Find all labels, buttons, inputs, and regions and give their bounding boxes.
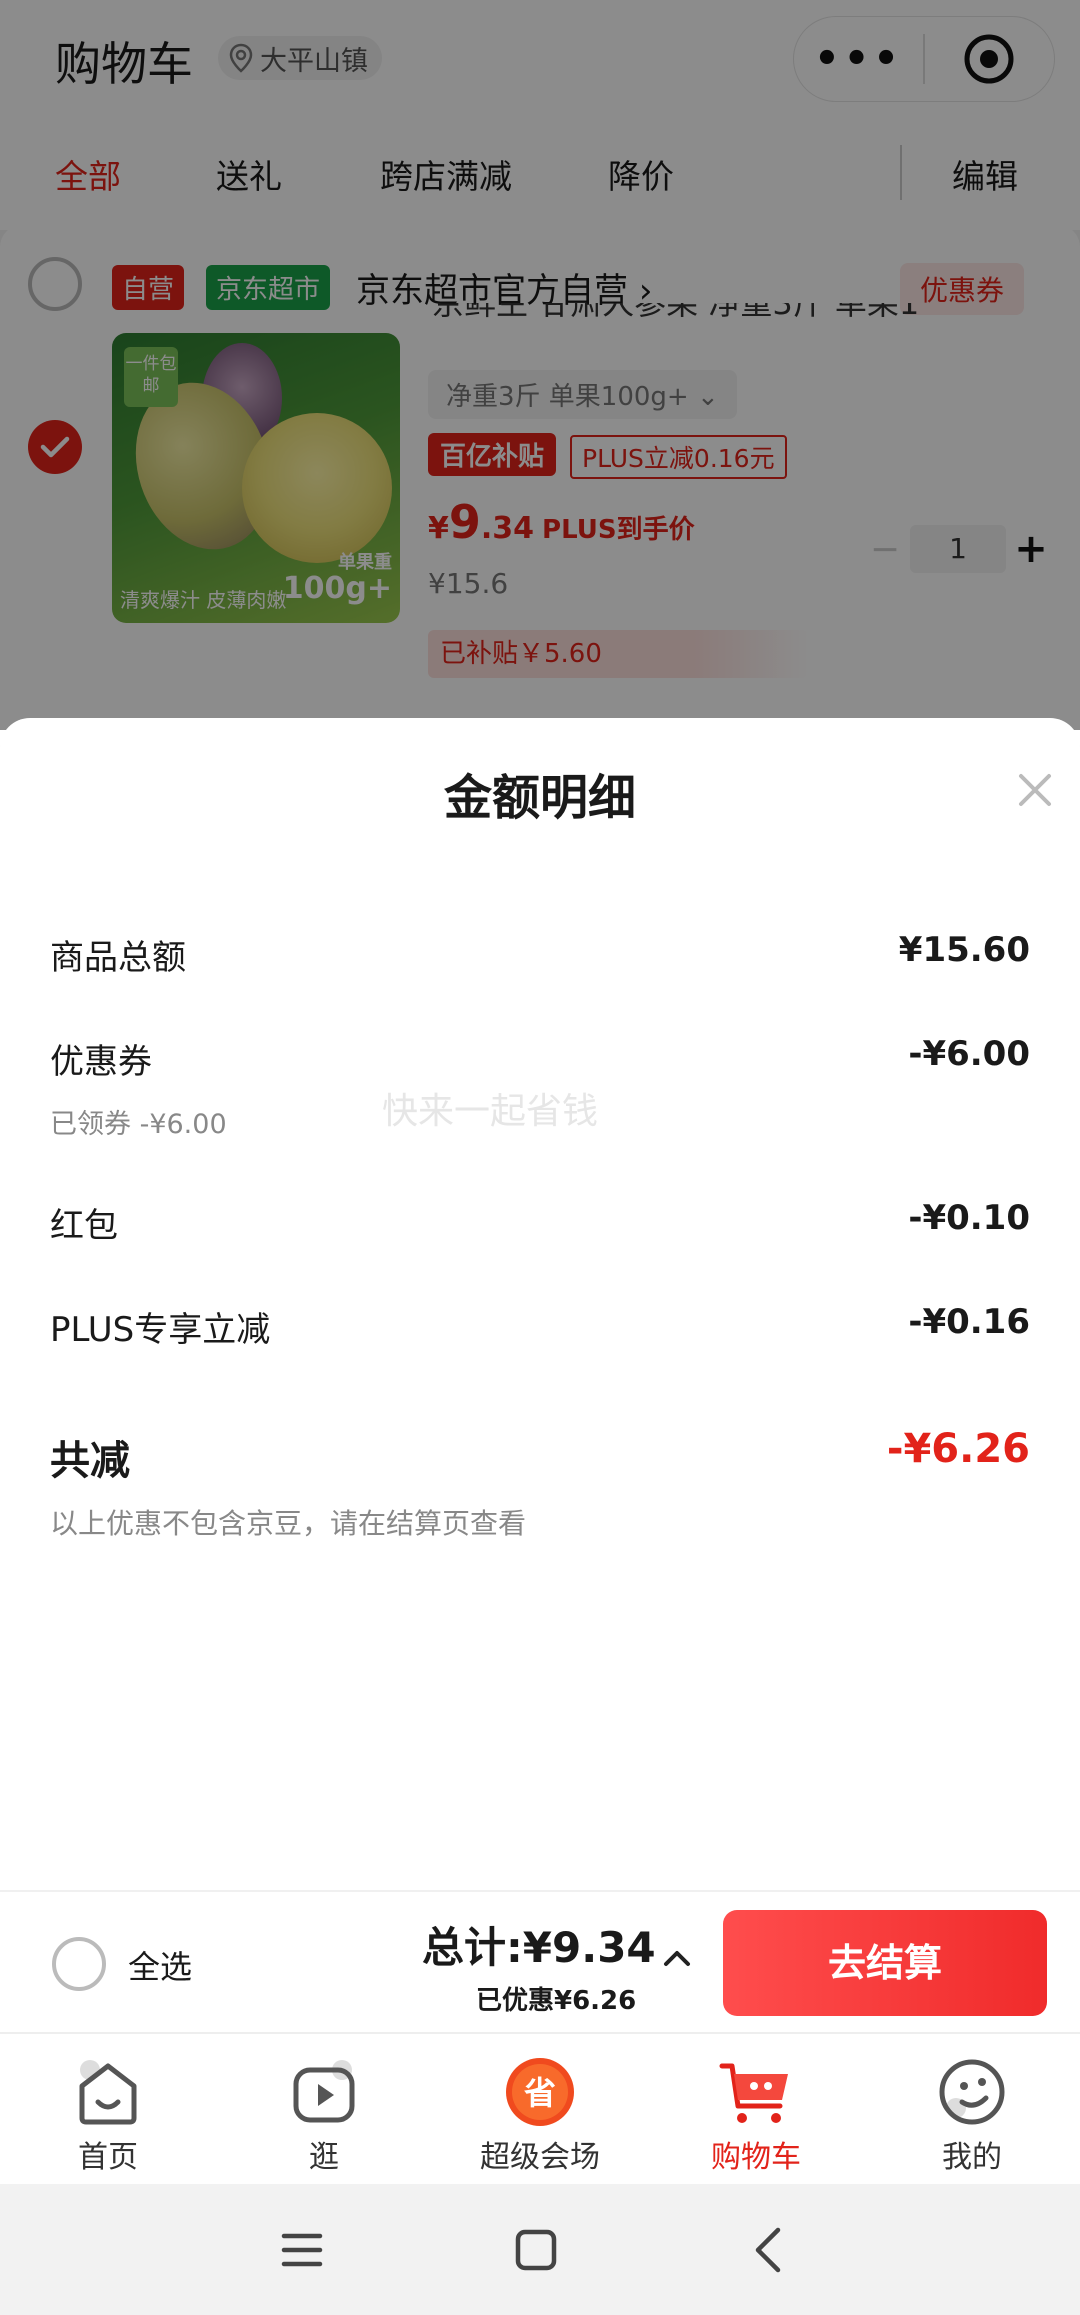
cart-icon	[719, 2063, 788, 2123]
select-all-label[interactable]: 全选	[128, 1942, 192, 1988]
plus-discount-value: -¥0.16	[908, 1302, 1030, 1342]
amount-details-sheet: 金额明细 商品总额 ¥15.60 优惠券 -¥6.00 已领券 -¥6.00 快…	[0, 718, 1080, 1893]
nav-item-home[interactable]: 首页	[0, 2052, 216, 2176]
home-icon	[79, 2060, 137, 2125]
red-packet-label: 红包	[50, 1206, 118, 1246]
checkout-bar: 全选 总计:¥9.34 已优惠¥6.26 去结算	[0, 1890, 1080, 2032]
nav-item-browse[interactable]: 逛	[216, 2052, 432, 2176]
modal-overlay[interactable]	[0, 0, 1080, 730]
total-discount-value: -¥6.26	[886, 1426, 1030, 1472]
menu-icon[interactable]	[274, 2222, 330, 2278]
checkout-button[interactable]: 去结算	[723, 1910, 1047, 2016]
bottom-navigation: 首页 逛 省 超级会场 购物车 我的	[0, 2032, 1080, 2184]
super-venue-icon: 省	[506, 2058, 574, 2126]
total-discount-label: 共减	[50, 1438, 130, 1484]
plus-discount-label: PLUS专享立减	[50, 1310, 271, 1350]
red-packet-value: -¥0.10	[908, 1198, 1030, 1238]
goods-total-value: ¥15.60	[898, 930, 1030, 970]
total-discount-note: 以上优惠不包含京豆，请在结算页查看	[50, 1507, 527, 1540]
saved-amount: 已优惠¥6.26	[476, 1986, 637, 2016]
coupon-label: 优惠券	[50, 1042, 152, 1082]
profile-icon	[939, 2059, 1005, 2125]
nav-label-cart: 购物车	[711, 2140, 801, 2175]
svg-text:省: 省	[524, 2074, 556, 2112]
chevron-up-icon[interactable]	[660, 1942, 694, 1976]
close-icon[interactable]	[1015, 770, 1055, 810]
sheet-title: 金额明细	[443, 770, 636, 826]
home-square-icon[interactable]	[508, 2222, 564, 2278]
total-price: 总计:¥9.34	[422, 1923, 656, 1972]
nav-item-cart[interactable]: 购物车	[648, 2052, 864, 2176]
nav-item-super-venue[interactable]: 省 超级会场	[432, 2052, 648, 2176]
nav-label-super-venue: 超级会场	[480, 2140, 600, 2175]
video-icon	[293, 2060, 355, 2123]
watermark-text: 快来一起省钱	[382, 1091, 599, 1132]
select-all-radio[interactable]	[52, 1937, 106, 1991]
coupon-value: -¥6.00	[908, 1034, 1030, 1074]
nav-label-home: 首页	[78, 2140, 138, 2175]
goods-total-label: 商品总额	[50, 938, 186, 978]
coupon-claimed-note: 已领券 -¥6.00	[50, 1109, 227, 1140]
nav-label-profile: 我的	[942, 2140, 1002, 2175]
nav-label-browse: 逛	[309, 2140, 339, 2175]
nav-item-profile[interactable]: 我的	[864, 2052, 1080, 2176]
back-icon[interactable]	[742, 2222, 798, 2278]
system-navigation-bar	[0, 2184, 1080, 2315]
